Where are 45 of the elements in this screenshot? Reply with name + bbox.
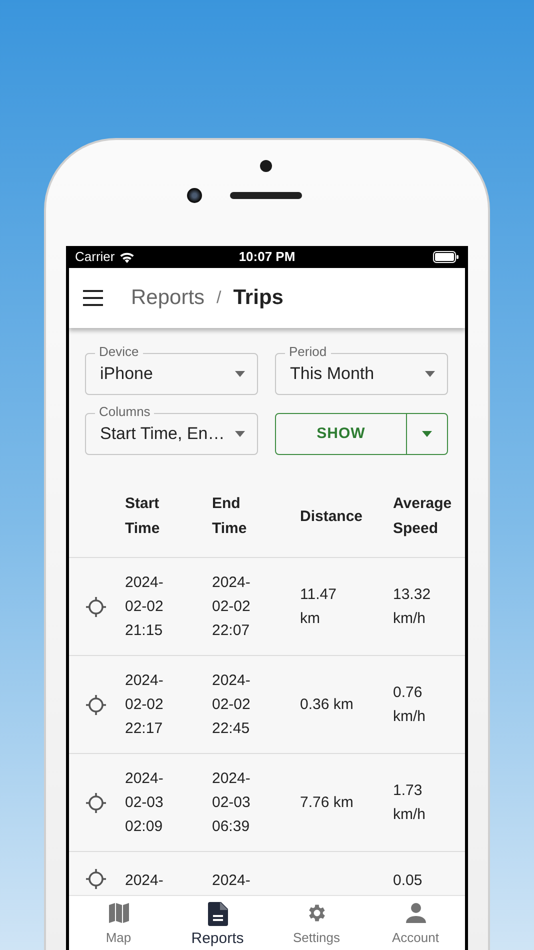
table-cell: 2024- <box>125 872 164 889</box>
column-header: End Time <box>211 494 248 539</box>
speaker-grille <box>230 192 302 199</box>
table-cell: 0.05 <box>393 872 422 889</box>
battery-icon <box>433 251 459 263</box>
table-cell: 2024- 02-02 22:07 <box>212 574 250 638</box>
nav-tab[interactable]: Map <box>69 896 168 950</box>
carrier-label: Carrier <box>75 248 115 266</box>
camera-lens <box>187 188 202 203</box>
nav-tab[interactable]: Settings <box>267 896 366 950</box>
locate-icon[interactable] <box>86 694 106 714</box>
locate-icon[interactable] <box>86 869 106 889</box>
locate-icon[interactable] <box>86 792 106 812</box>
column-header: Distance <box>299 506 364 526</box>
clock-time: 10:07 PM <box>238 248 296 266</box>
table-cell: 2024- 02-03 06:39 <box>212 770 250 834</box>
table-cell: 7.76 km <box>300 794 354 810</box>
column-header: Start Time <box>124 494 161 539</box>
table-cell: 1.73 km/h <box>393 782 426 822</box>
wifi-icon <box>118 251 135 263</box>
table-cell: 2024- 02-02 21:15 <box>125 574 164 638</box>
table-cell: 13.32 km/h <box>393 586 431 626</box>
column-header: Average Speed <box>392 494 453 539</box>
nav-tab[interactable]: Account <box>366 896 465 950</box>
caret-icon <box>235 431 245 437</box>
table-cell: 2024- 02-03 02:09 <box>125 770 164 834</box>
caret-icon <box>425 371 435 377</box>
camera-dot <box>260 160 272 172</box>
person-icon <box>404 902 426 924</box>
table-cell: 0.36 km <box>300 696 354 712</box>
nav-tab[interactable]: Reports <box>168 896 267 950</box>
document-icon <box>208 902 228 926</box>
page-title: Trips <box>233 285 284 312</box>
table-cell: 11.47 km <box>300 586 336 626</box>
table-cell: 2024- <box>212 872 250 889</box>
caret-icon <box>235 371 245 377</box>
table-cell: 2024- 02-02 22:17 <box>125 672 164 736</box>
caret-icon <box>422 431 432 437</box>
menu-button[interactable] <box>83 290 103 306</box>
breadcrumb-link[interactable]: Reports <box>131 282 205 314</box>
table-cell: 2024- 02-02 22:45 <box>212 672 250 736</box>
table-cell: 0.76 km/h <box>393 684 426 724</box>
breadcrumb-separator: / <box>216 287 222 310</box>
map-icon <box>108 902 130 924</box>
locate-icon[interactable] <box>86 596 106 616</box>
